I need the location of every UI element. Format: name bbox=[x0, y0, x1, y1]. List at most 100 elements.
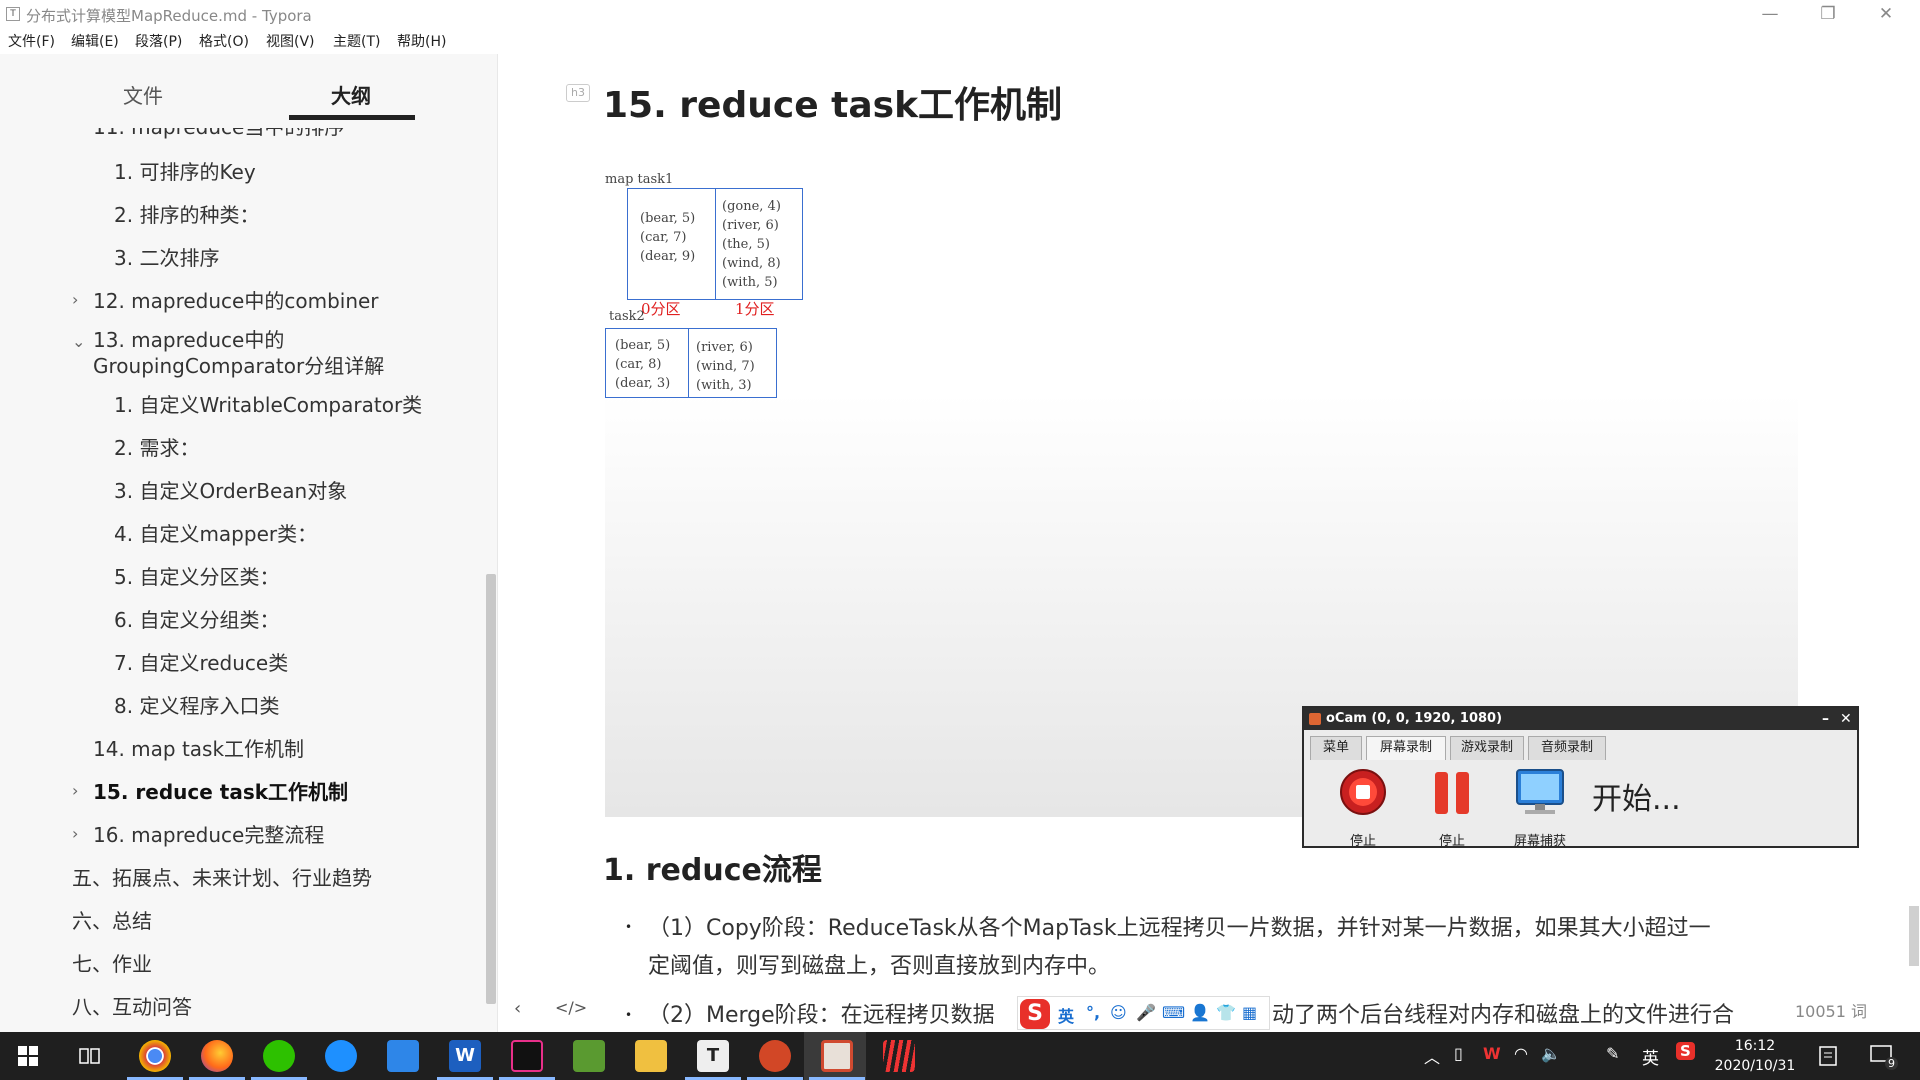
word-icon[interactable]: W bbox=[449, 1040, 481, 1072]
outline-item[interactable]: 五、拓展点、未来计划、行业趋势 bbox=[72, 865, 372, 891]
menu-paragraph[interactable]: 段落(P) bbox=[135, 31, 182, 51]
menu-file[interactable]: 文件(F) bbox=[8, 31, 55, 51]
ime-skin-icon[interactable]: 👕 bbox=[1216, 1003, 1236, 1022]
wps-tray-icon[interactable]: W bbox=[1483, 1044, 1501, 1063]
ime-punctuation-icon[interactable]: °, bbox=[1086, 1003, 1100, 1022]
tab-files[interactable]: 文件 bbox=[123, 80, 163, 109]
outline-item[interactable]: 6. 自定义分组类： bbox=[114, 607, 279, 633]
chevron-right-icon[interactable]: › bbox=[72, 824, 78, 843]
chrome-icon[interactable] bbox=[139, 1040, 171, 1072]
ocam-close-button[interactable]: ✕ bbox=[1840, 708, 1852, 730]
ocam-taskbar-icon[interactable] bbox=[821, 1040, 853, 1072]
close-button[interactable]: ✕ bbox=[1866, 2, 1906, 26]
restore-button[interactable]: ❐ bbox=[1808, 2, 1848, 26]
monitor-icon bbox=[1516, 769, 1564, 814]
ocam-stop-button[interactable]: 停止 bbox=[1328, 768, 1398, 849]
powerpoint-icon[interactable] bbox=[759, 1040, 791, 1072]
active-tab-indicator bbox=[289, 115, 415, 120]
ime-user-icon[interactable]: 👤 bbox=[1190, 1003, 1210, 1022]
chevron-right-icon[interactable]: › bbox=[72, 290, 78, 309]
outline-item[interactable]: 1. 可排序的Key bbox=[114, 159, 256, 185]
outline-item-cont[interactable]: GroupingComparator分组详解 bbox=[93, 353, 384, 379]
file-explorer-icon[interactable] bbox=[635, 1040, 667, 1072]
menu-view[interactable]: 视图(V) bbox=[266, 31, 315, 51]
ime-emoji-icon[interactable]: ☺ bbox=[1110, 1003, 1127, 1022]
pause-icon bbox=[1435, 772, 1469, 814]
bullet-merge-part1[interactable]: （2）Merge阶段：在远程拷贝数据 bbox=[648, 997, 1028, 1035]
diagram-map-box-right: (gone, 4) (river, 6) (the, 5) (wind, 8) … bbox=[715, 188, 803, 300]
wechat-icon[interactable] bbox=[263, 1040, 295, 1072]
chevron-down-icon[interactable]: ⌄ bbox=[72, 332, 85, 351]
menu-help[interactable]: 帮助(H) bbox=[397, 31, 446, 51]
menu-bar: 文件(F) 编辑(E) 段落(P) 格式(O) 视图(V) 主题(T) 帮助(H… bbox=[0, 29, 1920, 53]
ocam-pause-button[interactable]: 停止 bbox=[1417, 768, 1487, 849]
windows-start-icon[interactable] bbox=[18, 1046, 38, 1066]
outline-item[interactable]: 3. 二次排序 bbox=[114, 245, 219, 271]
back-icon[interactable]: ‹ bbox=[514, 998, 521, 1019]
ime-keyboard-icon[interactable]: ⌨ bbox=[1162, 1003, 1185, 1022]
notes-icon[interactable] bbox=[387, 1040, 419, 1072]
bullet-merge-part2[interactable]: 动了两个后台线程对内存和磁盘上的文件进行合 bbox=[1272, 997, 1792, 1035]
outline-item[interactable]: 14. map task工作机制 bbox=[93, 736, 304, 762]
ime-voice-icon[interactable]: 🎤 bbox=[1136, 1003, 1156, 1022]
menu-format[interactable]: 格式(O) bbox=[199, 31, 249, 51]
wifi-icon[interactable]: ◠ bbox=[1514, 1044, 1528, 1063]
outline-item[interactable]: 12. mapreduce中的combiner bbox=[93, 288, 379, 314]
section-heading[interactable]: 15. reduce task工作机制 bbox=[603, 76, 1062, 128]
outline-item[interactable]: 1. 自定义WritableComparator类 bbox=[114, 392, 422, 418]
menu-edit[interactable]: 编辑(E) bbox=[71, 31, 119, 51]
pen-icon[interactable]: ✎ bbox=[1606, 1044, 1619, 1063]
word-count[interactable]: 10051 词 bbox=[1795, 998, 1867, 1022]
wps-icon[interactable] bbox=[883, 1040, 915, 1072]
ocam-tab-game-record[interactable]: 游戏录制 bbox=[1450, 736, 1524, 760]
sogou-tray-icon[interactable]: S bbox=[1676, 1042, 1695, 1060]
android-studio-icon[interactable] bbox=[573, 1040, 605, 1072]
firefox-icon[interactable] bbox=[201, 1040, 233, 1072]
minimize-button[interactable]: — bbox=[1750, 2, 1790, 26]
clock-date: 2020/10/31 bbox=[1714, 1058, 1796, 1074]
task-view-icon[interactable] bbox=[79, 1046, 101, 1066]
outline-item-active[interactable]: 15. reduce task工作机制 bbox=[93, 779, 348, 805]
editor-scrollbar[interactable] bbox=[1909, 906, 1919, 966]
feishu-icon[interactable] bbox=[325, 1040, 357, 1072]
ocam-titlebar[interactable]: oCam (0, 0, 1920, 1080) – ✕ bbox=[1304, 708, 1857, 730]
outline-item[interactable]: 5. 自定义分区类： bbox=[114, 564, 279, 590]
ocam-tab-screen-record[interactable]: 屏幕录制 bbox=[1366, 736, 1446, 760]
ime-lang-toggle[interactable]: 英 bbox=[1058, 1003, 1074, 1027]
outline-item[interactable]: 2. 需求： bbox=[114, 435, 199, 461]
tab-outline[interactable]: 大纲 bbox=[331, 80, 371, 109]
windows-taskbar: W T ︿ ▯ W ◠ 🔈 ✎ 英 S 16:12 2020/10/31 9 bbox=[0, 1032, 1920, 1080]
input-language-indicator[interactable]: 英 bbox=[1642, 1044, 1659, 1069]
outline-item[interactable]: 六、总结 bbox=[72, 908, 152, 934]
menu-theme[interactable]: 主题(T) bbox=[333, 31, 380, 51]
ocam-capture-button[interactable]: 屏幕捕获 bbox=[1505, 768, 1575, 849]
source-code-mode-icon[interactable]: </> bbox=[555, 998, 587, 1017]
title-bar: T 分布式计算模型MapReduce.md - Typora — ❐ ✕ bbox=[0, 0, 1920, 28]
outline-item[interactable]: 8. 定义程序入口类 bbox=[114, 693, 279, 719]
desktop-note-icon[interactable] bbox=[1818, 1046, 1840, 1066]
ocam-minimize-button[interactable]: – bbox=[1822, 708, 1829, 730]
sogou-logo-icon[interactable]: S bbox=[1020, 999, 1050, 1029]
tray-expand-icon[interactable]: ︿ bbox=[1424, 1044, 1440, 1068]
usb-icon[interactable]: ▯ bbox=[1454, 1044, 1463, 1063]
ocam-tab-menu[interactable]: 菜单 bbox=[1310, 736, 1362, 760]
subheading-reduce-flow[interactable]: 1. reduce流程 bbox=[603, 845, 822, 889]
outline-item[interactable]: 3. 自定义OrderBean对象 bbox=[114, 478, 347, 504]
typora-icon[interactable]: T bbox=[697, 1040, 729, 1072]
outline-item[interactable]: 七、作业 bbox=[72, 951, 152, 977]
volume-icon[interactable]: 🔈 bbox=[1541, 1044, 1561, 1063]
outline-item[interactable]: 13. mapreduce中的 bbox=[93, 327, 284, 353]
ime-toolbox-icon[interactable]: ▦ bbox=[1242, 1003, 1257, 1022]
bullet-copy-line2[interactable]: 定阈值，则写到磁盘上，否则直接放到内存中。 bbox=[648, 948, 1808, 986]
sidebar-scrollbar[interactable] bbox=[486, 574, 496, 1004]
ocam-tab-audio-record[interactable]: 音频录制 bbox=[1528, 736, 1606, 760]
outline-item[interactable]: 16. mapreduce完整流程 bbox=[93, 822, 324, 848]
intellij-icon[interactable] bbox=[511, 1040, 543, 1072]
outline-item[interactable]: 4. 自定义mapper类： bbox=[114, 521, 317, 547]
outline-item[interactable]: 八、互动问答 bbox=[72, 994, 192, 1020]
outline-item[interactable]: 7. 自定义reduce类 bbox=[114, 650, 288, 676]
bullet-copy-line1[interactable]: （1）Copy阶段：ReduceTask从各个MapTask上远程拷贝一片数据，… bbox=[648, 910, 1808, 948]
chevron-right-icon[interactable]: › bbox=[72, 781, 78, 800]
outline-item[interactable]: 2. 排序的种类： bbox=[114, 202, 259, 228]
system-clock[interactable]: 16:12 2020/10/31 bbox=[1700, 1036, 1810, 1076]
